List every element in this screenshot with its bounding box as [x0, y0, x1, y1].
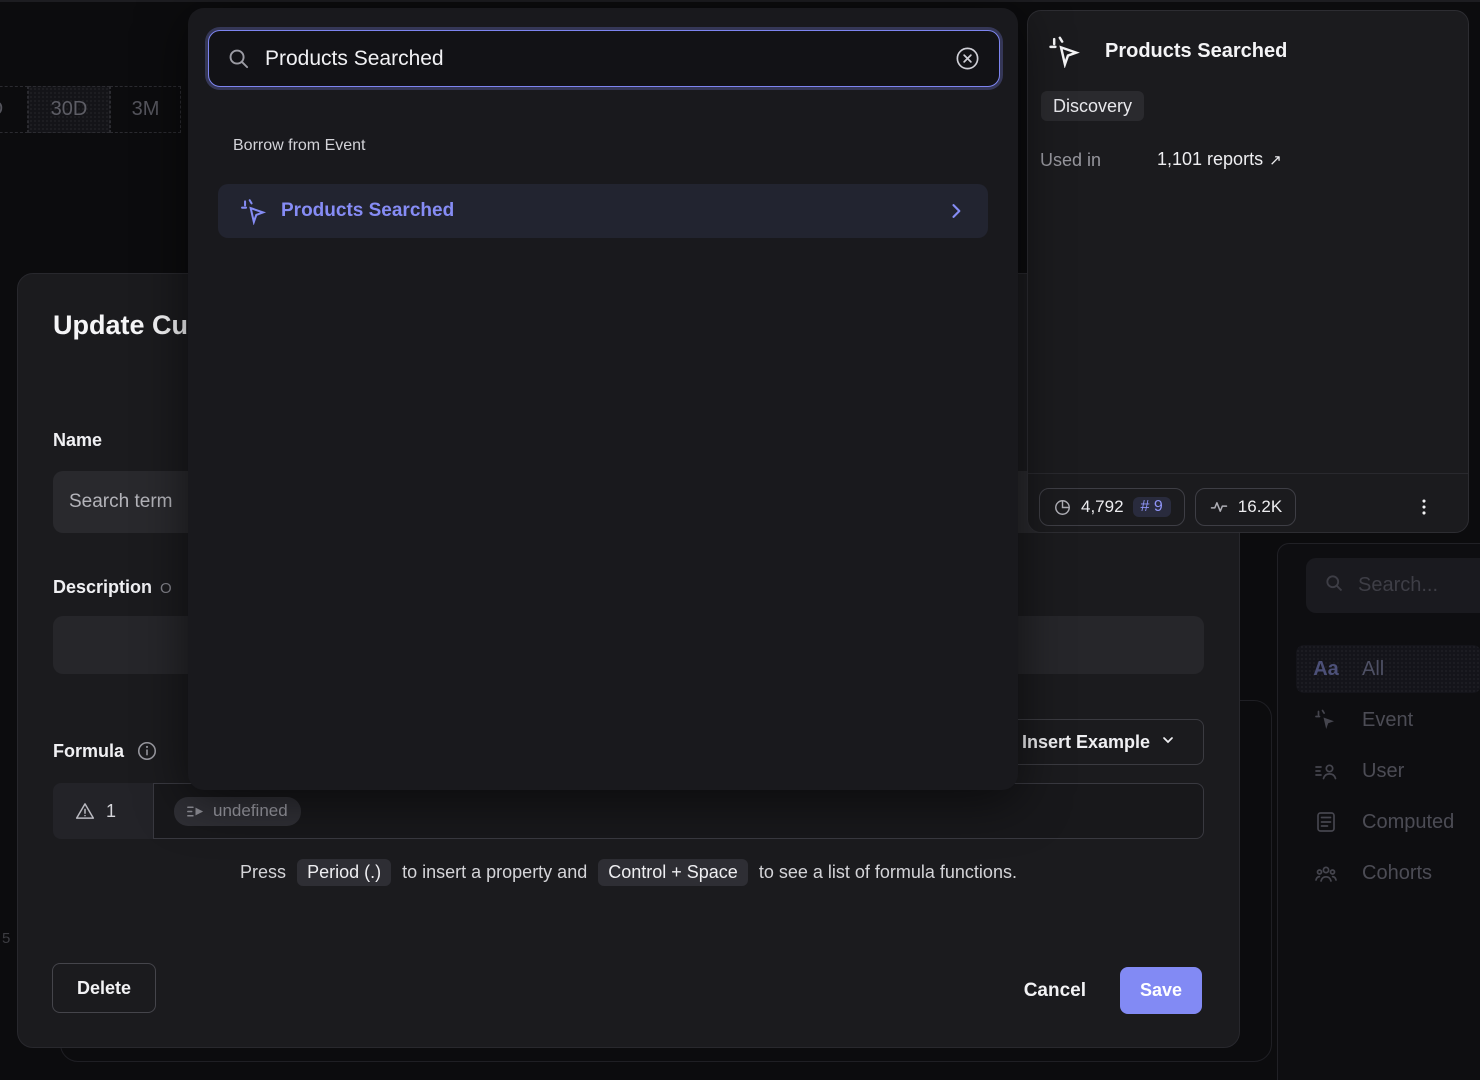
delete-button[interactable]: Delete [52, 963, 156, 1013]
time-range-label: 3M [132, 98, 160, 121]
reports-count: 1,101 reports [1157, 149, 1263, 169]
time-range-30d[interactable]: 30D [28, 86, 110, 133]
formula-editor: 1 undefined [53, 783, 1204, 839]
kbd-control-space: Control + Space [598, 859, 748, 886]
hint-text: to see a list of formula functions. [759, 862, 1017, 882]
sidebar-item-event[interactable]: Event [1296, 696, 1480, 744]
sidebar-search-input[interactable] [1358, 574, 1468, 597]
optional-label-partial: O [160, 580, 172, 597]
computed-icon [1312, 810, 1340, 834]
clear-search-icon[interactable] [954, 45, 981, 72]
section-label: Borrow from Event [233, 137, 365, 155]
chevron-down-icon [1160, 732, 1176, 753]
formula-label-row: Formula [53, 740, 158, 762]
sidebar-item-all[interactable]: Aa All [1296, 645, 1480, 693]
sidebar-item-user[interactable]: User [1296, 747, 1480, 795]
search-result-products-searched[interactable]: Products Searched [218, 184, 988, 238]
event-icon [1312, 708, 1340, 732]
insert-example-label: Insert Example [1022, 732, 1150, 753]
chevron-right-icon [946, 201, 966, 221]
borrow-search-modal: Borrow from Event Products Searched [188, 8, 1018, 790]
description-label-row: Description O [53, 577, 172, 598]
insert-example-button[interactable]: Insert Example [994, 719, 1204, 765]
property-type-sidebar: Aa All Event User [1277, 543, 1480, 1080]
volume-count: 16.2K [1238, 497, 1282, 517]
used-in-reports-link[interactable]: 1,101 reports ↗ [1157, 149, 1282, 170]
warning-count: 1 [106, 801, 116, 822]
sidebar-item-label: Cohorts [1362, 862, 1432, 885]
formula-hint: Press Period (.) to insert a property an… [53, 859, 1204, 886]
search-icon [227, 47, 250, 70]
search-field [208, 30, 1000, 87]
activity-icon [1209, 497, 1229, 517]
hint-text: to insert a property and [402, 862, 587, 882]
time-range-label: 30D [51, 98, 88, 121]
search-input[interactable] [265, 47, 939, 71]
formula-label: Formula [53, 741, 124, 762]
card-footer-divider [1028, 473, 1468, 474]
sidebar-search-field[interactable] [1306, 558, 1480, 613]
user-icon [1312, 759, 1340, 783]
undefined-property-chip[interactable]: undefined [174, 797, 301, 826]
card-footer: 4,792 # 9 16.2K [1039, 488, 1459, 526]
text-type-icon: Aa [1312, 658, 1340, 681]
event-icon [240, 198, 267, 225]
sidebar-item-label: Computed [1362, 811, 1454, 834]
kbd-period: Period (.) [297, 859, 391, 886]
save-button[interactable]: Save [1120, 967, 1202, 1014]
name-label: Name [53, 430, 102, 450]
pie-chart-icon [1053, 498, 1072, 517]
formula-warning-gutter: 1 [53, 783, 153, 839]
time-range-7d[interactable]: D [0, 86, 28, 133]
card-header: Products Searched [1048, 35, 1287, 68]
sidebar-item-label: Event [1362, 709, 1413, 732]
description-label: Description [53, 577, 152, 597]
sidebar-item-cohorts[interactable]: Cohorts [1296, 849, 1480, 897]
event-icon [1048, 35, 1081, 68]
modal-title: Update Cu [53, 310, 188, 341]
app-screen: D 30D 3M 5 Aa All Event [0, 0, 1480, 1080]
used-in-label: Used in [1040, 150, 1101, 171]
chart-axis-label: 5 [2, 930, 10, 947]
event-count-pill[interactable]: 4,792 # 9 [1039, 488, 1185, 526]
modal-footer-actions: Cancel Save [1024, 967, 1202, 1014]
background-panel-edge [0, 0, 1480, 2]
warning-icon [75, 801, 95, 821]
external-link-icon: ↗ [1269, 152, 1282, 169]
cohorts-icon [1312, 861, 1340, 885]
sidebar-item-computed[interactable]: Computed [1296, 798, 1480, 846]
category-badge: Discovery [1041, 91, 1144, 121]
sidebar-item-label: All [1362, 658, 1384, 681]
volume-pill[interactable]: 16.2K [1195, 488, 1296, 526]
info-icon[interactable] [136, 740, 158, 762]
formula-input[interactable]: undefined [153, 783, 1204, 839]
result-label: Products Searched [281, 200, 454, 222]
sidebar-item-label: User [1362, 760, 1404, 783]
cancel-button[interactable]: Cancel [1024, 980, 1086, 1002]
time-range-label: D [0, 98, 3, 121]
search-icon [1324, 573, 1344, 598]
card-title: Products Searched [1105, 40, 1287, 63]
time-range-3m[interactable]: 3M [110, 86, 181, 133]
hint-text: Press [240, 862, 286, 882]
rank-badge: # 9 [1133, 497, 1171, 517]
chip-label: undefined [213, 801, 288, 821]
event-count: 4,792 [1081, 497, 1124, 517]
name-label-row: Name [53, 430, 102, 451]
property-icon [187, 805, 204, 818]
kebab-menu-icon[interactable] [1409, 492, 1439, 522]
event-details-card: Products Searched Discovery Used in 1,10… [1027, 10, 1469, 533]
